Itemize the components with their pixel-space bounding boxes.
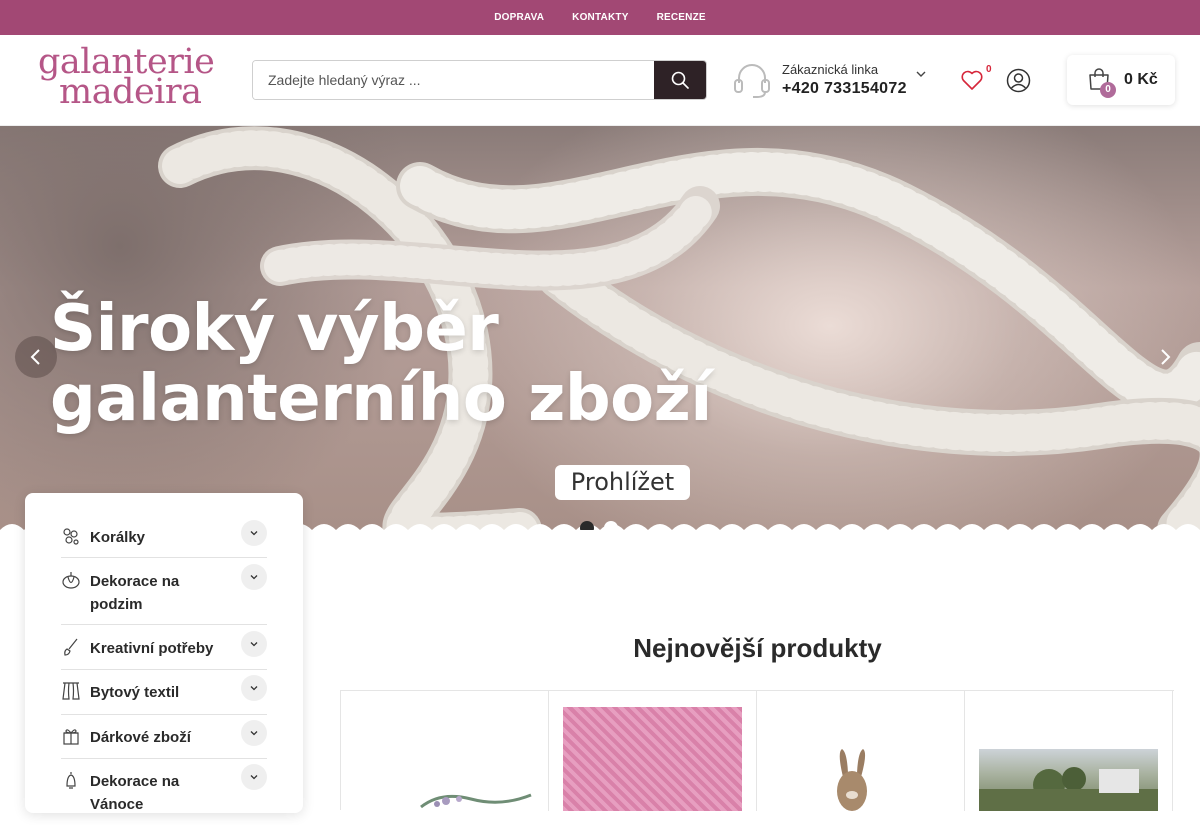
slider-dot-2[interactable] xyxy=(604,521,618,530)
category-menu: Korálky Dekorace na podzim Kreativní pot… xyxy=(25,493,303,813)
product-card[interactable] xyxy=(757,691,965,811)
product-image xyxy=(837,749,867,811)
category-item-darkove-zbozi[interactable]: Dárkové zboží xyxy=(61,720,267,759)
slider-dot-1[interactable] xyxy=(580,521,594,530)
hero-slider: Široký výběr galanterního zboží Prohlíže… xyxy=(0,126,1200,530)
category-label: Dárkové zboží xyxy=(90,729,191,746)
chevron-right-icon xyxy=(1161,349,1171,365)
category-expand-button[interactable] xyxy=(241,764,267,790)
category-expand-button[interactable] xyxy=(241,520,267,546)
pumpkin-icon xyxy=(62,572,80,589)
product-card[interactable] xyxy=(341,691,549,811)
headset-icon xyxy=(734,64,770,98)
gift-icon xyxy=(63,729,79,745)
category-label: Dekorace na Vánoce xyxy=(90,773,180,813)
category-item-kreativni-potreby[interactable]: Kreativní potřeby xyxy=(61,631,267,670)
topbar-link-kontakty[interactable]: KONTAKTY xyxy=(558,12,642,23)
chevron-down-icon xyxy=(250,775,258,780)
support-label: Zákaznická linka xyxy=(782,62,879,77)
search-bar xyxy=(252,60,707,100)
beads-icon xyxy=(63,528,79,545)
chevron-down-icon xyxy=(250,642,258,647)
category-expand-button[interactable] xyxy=(241,631,267,657)
product-card[interactable] xyxy=(965,691,1173,811)
logo-line-2: madeira xyxy=(59,72,202,112)
category-item-bytovy-textil[interactable]: Bytový textil xyxy=(61,675,267,715)
category-label: Korálky xyxy=(90,529,146,546)
slider-prev-button[interactable] xyxy=(15,336,57,378)
chevron-down-icon xyxy=(250,731,258,736)
hero-title-line-2: galanterního zboží xyxy=(50,362,712,436)
category-item-dekorace-podzim[interactable]: Dekorace na podzim xyxy=(61,564,267,625)
search-button[interactable] xyxy=(654,61,706,99)
support-phone[interactable]: +420 733154072 xyxy=(782,80,907,98)
curtain-icon xyxy=(62,682,80,700)
category-label: Bytový textil xyxy=(90,684,180,701)
cart-total: 0 Kč xyxy=(1124,71,1158,88)
top-bar: DOPRAVA KONTAKTY RECENZE xyxy=(0,0,1200,35)
topbar-link-recenze[interactable]: RECENZE xyxy=(643,12,720,23)
chevron-down-icon xyxy=(250,531,258,536)
category-expand-button[interactable] xyxy=(241,675,267,701)
chevron-down-icon[interactable] xyxy=(916,69,926,79)
cart-button[interactable]: 0 0 Kč xyxy=(1067,55,1175,105)
chevron-down-icon xyxy=(250,686,258,691)
slider-dots xyxy=(580,521,618,530)
product-grid xyxy=(340,690,1174,811)
wishlist-count-badge: 0 xyxy=(986,64,992,75)
search-input[interactable] xyxy=(253,61,654,99)
user-account-icon[interactable] xyxy=(1006,68,1031,93)
chevron-left-icon xyxy=(30,349,40,365)
bell-icon xyxy=(66,772,76,789)
section-title-newest-products: Nejnovější produkty xyxy=(633,633,882,663)
search-icon xyxy=(671,71,689,89)
category-item-dekorace-vanoce[interactable]: Dekorace na Vánoce xyxy=(61,764,267,825)
chevron-down-icon xyxy=(250,575,258,580)
category-label: Kreativní potřeby xyxy=(90,640,214,657)
hero-title: Široký výběr galanterního zboží xyxy=(50,294,712,434)
hero-browse-button[interactable]: Prohlížet xyxy=(555,465,690,500)
product-image xyxy=(563,707,742,811)
category-item-koralky[interactable]: Korálky xyxy=(61,520,267,558)
wishlist-heart-icon[interactable] xyxy=(960,68,984,92)
slider-next-button[interactable] xyxy=(1150,336,1180,378)
category-label: Dekorace na podzim xyxy=(90,573,180,613)
product-image xyxy=(979,749,1158,811)
logo[interactable]: galanterie madeira xyxy=(38,43,215,113)
hero-title-line-1: Široký výběr xyxy=(50,292,499,366)
cart-count-badge: 0 xyxy=(1100,82,1116,98)
category-expand-button[interactable] xyxy=(241,720,267,746)
product-card[interactable] xyxy=(549,691,757,811)
topbar-link-doprava[interactable]: DOPRAVA xyxy=(480,12,558,23)
product-image xyxy=(420,793,532,809)
category-expand-button[interactable] xyxy=(241,564,267,590)
brush-icon xyxy=(64,638,78,656)
site-header: galanterie madeira Zákaznická linka +420… xyxy=(0,35,1200,126)
customer-support[interactable]: Zákaznická linka +420 733154072 xyxy=(733,59,933,103)
